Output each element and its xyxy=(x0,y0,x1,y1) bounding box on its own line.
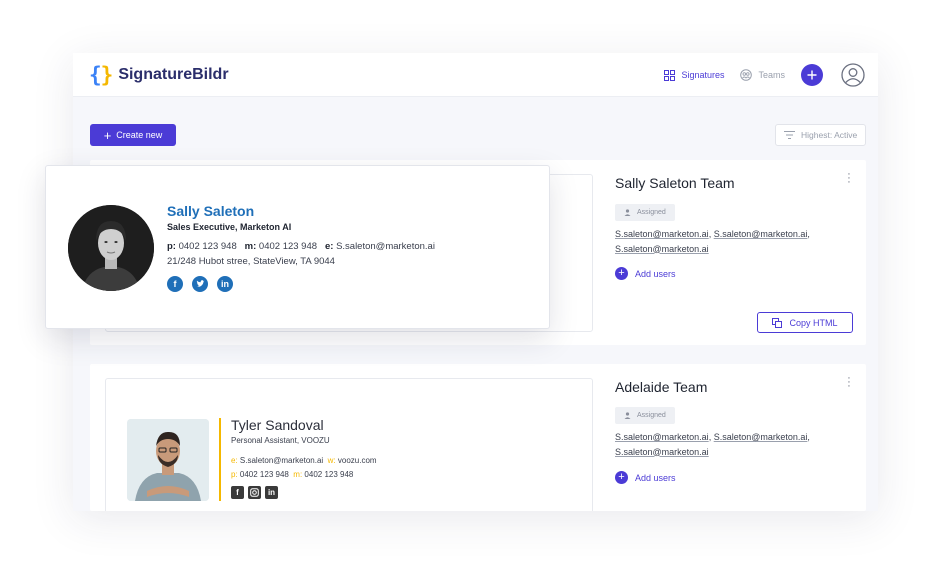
tyler-phone-line: p: 0402 123 948 m: 0402 123 948 xyxy=(231,470,353,479)
email-key: e: xyxy=(324,241,334,252)
signature-preview-box[interactable]: Tyler Sandoval Personal Assistant, VOOZU… xyxy=(105,378,593,511)
copy-html-button[interactable]: Copy HTML xyxy=(757,312,853,333)
tyler-photo xyxy=(127,419,209,501)
assigned-emails: S.saleton@marketon.ai, S.saleton@marketo… xyxy=(615,430,845,459)
create-new-button[interactable]: + Create new xyxy=(90,124,176,146)
sally-phone: 0402 123 948 xyxy=(178,241,237,252)
tyler-phone: 0402 123 948 xyxy=(239,470,289,479)
assigned-email[interactable]: S.saleton@marketon.ai xyxy=(615,432,709,442)
add-users-button[interactable]: + Add users xyxy=(615,471,676,484)
assigned-email[interactable]: S.saleton@marketon.ai xyxy=(615,244,709,254)
assigned-label: Assigned xyxy=(637,412,666,419)
team-title: Sally Saleton Team xyxy=(615,175,735,191)
sally-social-links: f in xyxy=(167,276,242,292)
linkedin-icon[interactable]: in xyxy=(217,276,233,292)
sally-contacts: p: 0402 123 948 m: 0402 123 948 e: S.sal… xyxy=(167,241,435,252)
sally-mobile: 0402 123 948 xyxy=(258,241,318,252)
add-users-label: Add users xyxy=(635,268,676,279)
logo-brace-open: { xyxy=(89,63,102,87)
assigned-label: Assigned xyxy=(637,209,666,216)
plus-icon xyxy=(807,70,817,80)
email-key: e: xyxy=(231,456,238,465)
signature-card: Tyler Sandoval Personal Assistant, VOOZU… xyxy=(90,364,866,511)
user-icon xyxy=(624,412,631,419)
assigned-email[interactable]: S.saleton@marketon.ai xyxy=(714,229,808,239)
nav-signatures-label: Signatures xyxy=(681,70,725,80)
sally-address: 21/248 Hubot stree, StateView, TA 9044 xyxy=(167,256,335,267)
more-options-icon[interactable]: · · · xyxy=(846,169,852,188)
sally-email: S.saleton@marketon.ai xyxy=(336,241,435,252)
assigned-email[interactable]: S.saleton@marketon.ai xyxy=(714,432,808,442)
profile-button[interactable] xyxy=(841,63,865,87)
facebook-icon[interactable]: f xyxy=(167,276,183,292)
assigned-email[interactable]: S.saleton@marketon.ai xyxy=(615,229,709,239)
tyler-social-links: f in xyxy=(231,486,282,499)
user-avatar-icon xyxy=(841,63,865,87)
mobile-key: m: xyxy=(293,470,303,479)
more-options-icon[interactable]: · · · xyxy=(846,373,852,392)
signature-divider xyxy=(219,418,221,501)
add-users-button[interactable]: + Add users xyxy=(615,267,676,280)
copy-icon xyxy=(772,317,783,328)
nav-teams[interactable]: Teams xyxy=(740,69,785,81)
web-key: w: xyxy=(327,456,336,465)
person-photo-icon xyxy=(127,419,209,501)
sally-role: Sales Executive, Marketon AI xyxy=(167,222,292,232)
email-separator: , xyxy=(807,432,810,442)
tyler-name: Tyler Sandoval xyxy=(231,417,324,433)
sally-photo xyxy=(68,205,154,291)
teams-icon xyxy=(740,69,753,81)
sally-signature-preview[interactable]: Sally Saleton Sales Executive, Marketon … xyxy=(45,165,550,329)
facebook-icon[interactable]: f xyxy=(231,486,244,499)
logo[interactable]: {} SignatureBildr xyxy=(89,63,229,87)
twitter-glyph xyxy=(196,280,204,287)
instagram-icon[interactable] xyxy=(248,486,261,499)
copy-html-label: Copy HTML xyxy=(789,317,838,328)
logo-braces-icon: {} xyxy=(89,63,114,87)
assigned-badge: Assigned xyxy=(615,204,675,221)
plus-icon: + xyxy=(103,127,112,143)
logo-text: SignatureBildr xyxy=(118,66,229,83)
sort-label: Highest: Active xyxy=(801,130,858,140)
assigned-email[interactable]: S.saleton@marketon.ai xyxy=(615,447,709,457)
plus-icon: + xyxy=(615,471,628,484)
linkedin-icon[interactable]: in xyxy=(265,486,278,499)
plus-icon: + xyxy=(615,267,628,280)
assigned-emails: S.saleton@marketon.ai, S.saleton@marketo… xyxy=(615,227,845,256)
nav-signatures[interactable]: Signatures xyxy=(664,69,725,81)
user-icon xyxy=(624,209,631,216)
instagram-glyph xyxy=(250,488,259,497)
tyler-email: S.saleton@marketon.ai xyxy=(239,456,324,465)
add-button[interactable] xyxy=(801,64,823,86)
sort-dropdown[interactable]: Highest: Active xyxy=(775,124,866,146)
create-new-label: Create new xyxy=(116,130,163,140)
tyler-role: Personal Assistant, VOOZU xyxy=(231,436,330,445)
email-separator: , xyxy=(807,229,810,239)
team-title: Adelaide Team xyxy=(615,379,708,395)
top-bar: {} SignatureBildr Signatures Teams xyxy=(73,53,878,97)
nav-teams-label: Teams xyxy=(758,70,785,80)
phone-key: p: xyxy=(167,241,176,252)
phone-key: p: xyxy=(231,470,238,479)
filter-icon xyxy=(784,131,795,139)
top-nav: Signatures Teams xyxy=(664,53,878,97)
mobile-key: m: xyxy=(244,241,257,252)
tyler-mobile: 0402 123 948 xyxy=(304,470,354,479)
assigned-badge: Assigned xyxy=(615,407,675,424)
grid-icon xyxy=(664,69,676,81)
add-users-label: Add users xyxy=(635,472,676,483)
tyler-email-line: e: S.saleton@marketon.ai w: voozu.com xyxy=(231,456,377,465)
person-photo-icon xyxy=(68,205,154,291)
twitter-icon[interactable] xyxy=(192,276,208,292)
sally-name: Sally Saleton xyxy=(167,203,255,219)
logo-brace-close: } xyxy=(100,63,114,87)
tyler-web: voozu.com xyxy=(337,456,377,465)
